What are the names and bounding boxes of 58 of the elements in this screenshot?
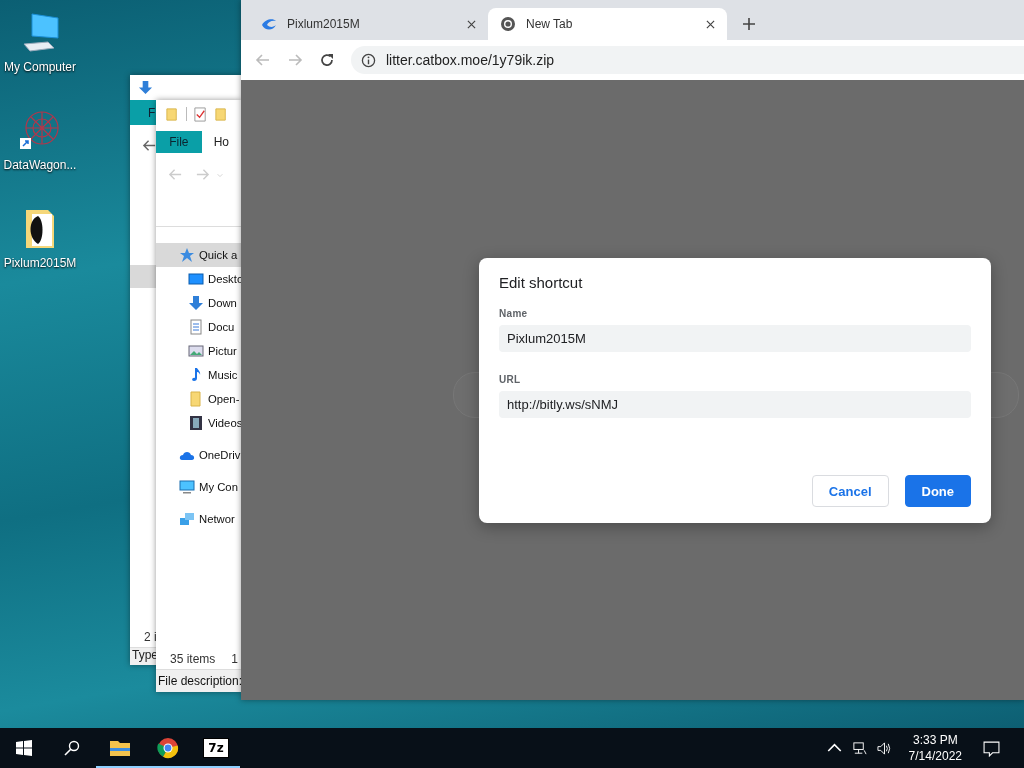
new-tab-icon[interactable] xyxy=(743,18,755,30)
checklist-icon[interactable] xyxy=(193,106,208,122)
chrome-icon xyxy=(157,737,179,759)
notification-icon[interactable] xyxy=(983,739,1000,757)
nav-item[interactable]: Open- xyxy=(156,387,241,411)
browser-tab[interactable]: New Tab xyxy=(488,8,727,40)
nav-item[interactable]: Quick a xyxy=(156,243,241,267)
input-field[interactable]: Pixlum2015M xyxy=(499,325,971,352)
desktop-icon-label[interactable]: Pixlum2015M xyxy=(3,256,77,270)
nav-item[interactable]: Pictur xyxy=(156,339,241,363)
ribbon-tab[interactable]: F xyxy=(148,105,156,120)
details-pane: File description: xyxy=(156,669,241,692)
desktop-icon xyxy=(188,271,204,287)
volume-icon[interactable] xyxy=(876,740,892,756)
computer-icon xyxy=(179,479,195,495)
document-icon xyxy=(188,319,204,335)
desktop-icon-label[interactable]: My Computer xyxy=(4,60,76,74)
status-text: 35 items xyxy=(170,652,216,666)
archiver-logo: 7z xyxy=(204,739,228,757)
windows-start-icon[interactable] xyxy=(16,740,32,756)
taskbar-app[interactable]: 7z xyxy=(192,728,240,768)
close-icon[interactable] xyxy=(706,19,715,29)
chrome-icon xyxy=(500,16,516,32)
clock[interactable]: 3:33 PM 7/14/2022 xyxy=(908,732,962,764)
info-icon xyxy=(361,52,376,68)
search-icon[interactable] xyxy=(64,740,80,756)
star-icon xyxy=(179,247,195,263)
download-arrow-icon[interactable] xyxy=(138,80,153,95)
video-icon xyxy=(188,415,204,431)
ribbon-tab[interactable]: File xyxy=(156,131,202,153)
folder-icon xyxy=(188,391,204,407)
field-label: URL xyxy=(499,374,522,385)
desktop-icon-label[interactable]: DataWagon... xyxy=(3,158,77,172)
status-text: 1 xyxy=(231,652,239,666)
nav-item[interactable]: OneDriv xyxy=(156,443,241,467)
swoosh-icon xyxy=(261,16,277,32)
browser-tab[interactable]: Pixlum2015M xyxy=(249,8,488,40)
reload-icon[interactable] xyxy=(319,52,335,68)
pictures-icon xyxy=(188,343,204,359)
nav-item[interactable]: Down xyxy=(156,291,241,315)
cancel-button[interactable]: Cancel xyxy=(811,475,889,507)
nav-item[interactable]: Docu xyxy=(156,315,241,339)
download-icon xyxy=(188,295,204,311)
nav-item[interactable]: Music xyxy=(156,363,241,387)
nav-item[interactable]: My Con xyxy=(156,475,241,499)
network-icon xyxy=(179,511,195,527)
network-graph-icon[interactable] xyxy=(18,108,62,152)
nav-item[interactable]: Videos xyxy=(156,411,241,435)
field-label: Name xyxy=(499,308,529,319)
status-text: 2 i xyxy=(143,630,158,646)
input-field[interactable]: http://bitly.ws/sNMJ xyxy=(499,391,971,418)
done-button[interactable]: Done xyxy=(904,475,971,507)
nav-item[interactable]: Networ xyxy=(156,507,241,531)
address-bar[interactable]: litter.catbox.moe/1y79ik.zip xyxy=(351,46,1024,74)
ribbon-tab[interactable]: Ho xyxy=(201,131,241,153)
close-icon[interactable] xyxy=(467,19,476,29)
dialog-title: Edit shortcut xyxy=(499,274,584,293)
network-icon[interactable] xyxy=(851,740,867,756)
